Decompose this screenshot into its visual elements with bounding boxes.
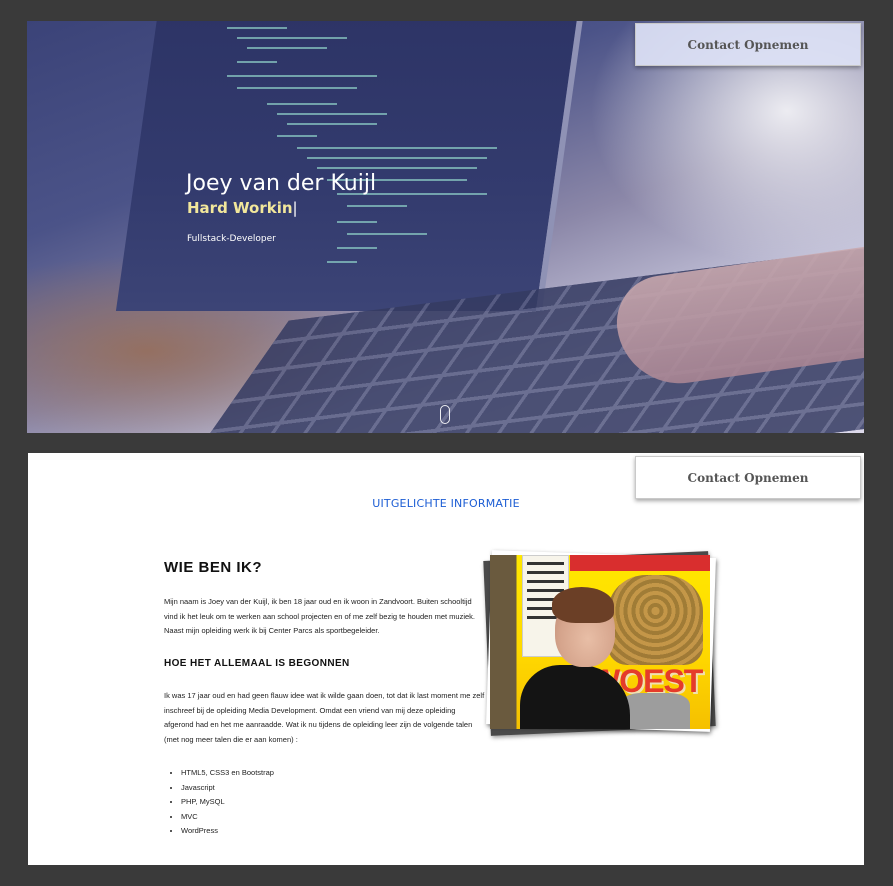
photo-person-hair [552,587,614,623]
typed-text: Hard Workin [187,199,293,217]
contact-button-hero[interactable]: Contact Opnemen [635,23,861,66]
typing-cursor: | [292,199,298,217]
contact-button-content[interactable]: Contact Opnemen [635,456,861,499]
languages-list: HTML5, CSS3 en Bootstrap Javascript PHP,… [164,766,274,839]
hero-section: Joey van der Kuijl Hard Workin| Fullstac… [27,21,864,433]
about-paragraph: Mijn naam is Joey van der Kuijl, ik ben … [164,597,476,635]
story-subtitle: HOE HET ALLEMAAL IS BEGONNEN [164,658,350,669]
scroll-down-icon[interactable] [440,405,450,424]
profile-photo: WOEST [490,555,710,729]
hero-role: Fullstack-Developer [187,234,276,244]
story-paragraph: Ik was 17 jaar oud en had geen flauw ide… [164,691,485,744]
list-item: PHP, MySQL [181,795,274,810]
photo-artwork [608,575,703,665]
hero-background-laptop-screen [115,21,585,311]
hero-name: Joey van der Kuijl [186,171,377,196]
list-item: MVC [181,810,274,825]
about-title: WIE BEN IK? [164,559,262,576]
photo-banner [570,555,710,571]
list-item: WordPress [181,824,274,839]
list-item: HTML5, CSS3 en Bootstrap [181,766,274,781]
about-section: UITGELICHTE INFORMATIE WIE BEN IK? Mijn … [28,453,864,865]
photo-artwork-face [620,693,690,729]
hero-typed-text: Hard Workin| [187,199,298,217]
list-item: Javascript [181,781,274,796]
